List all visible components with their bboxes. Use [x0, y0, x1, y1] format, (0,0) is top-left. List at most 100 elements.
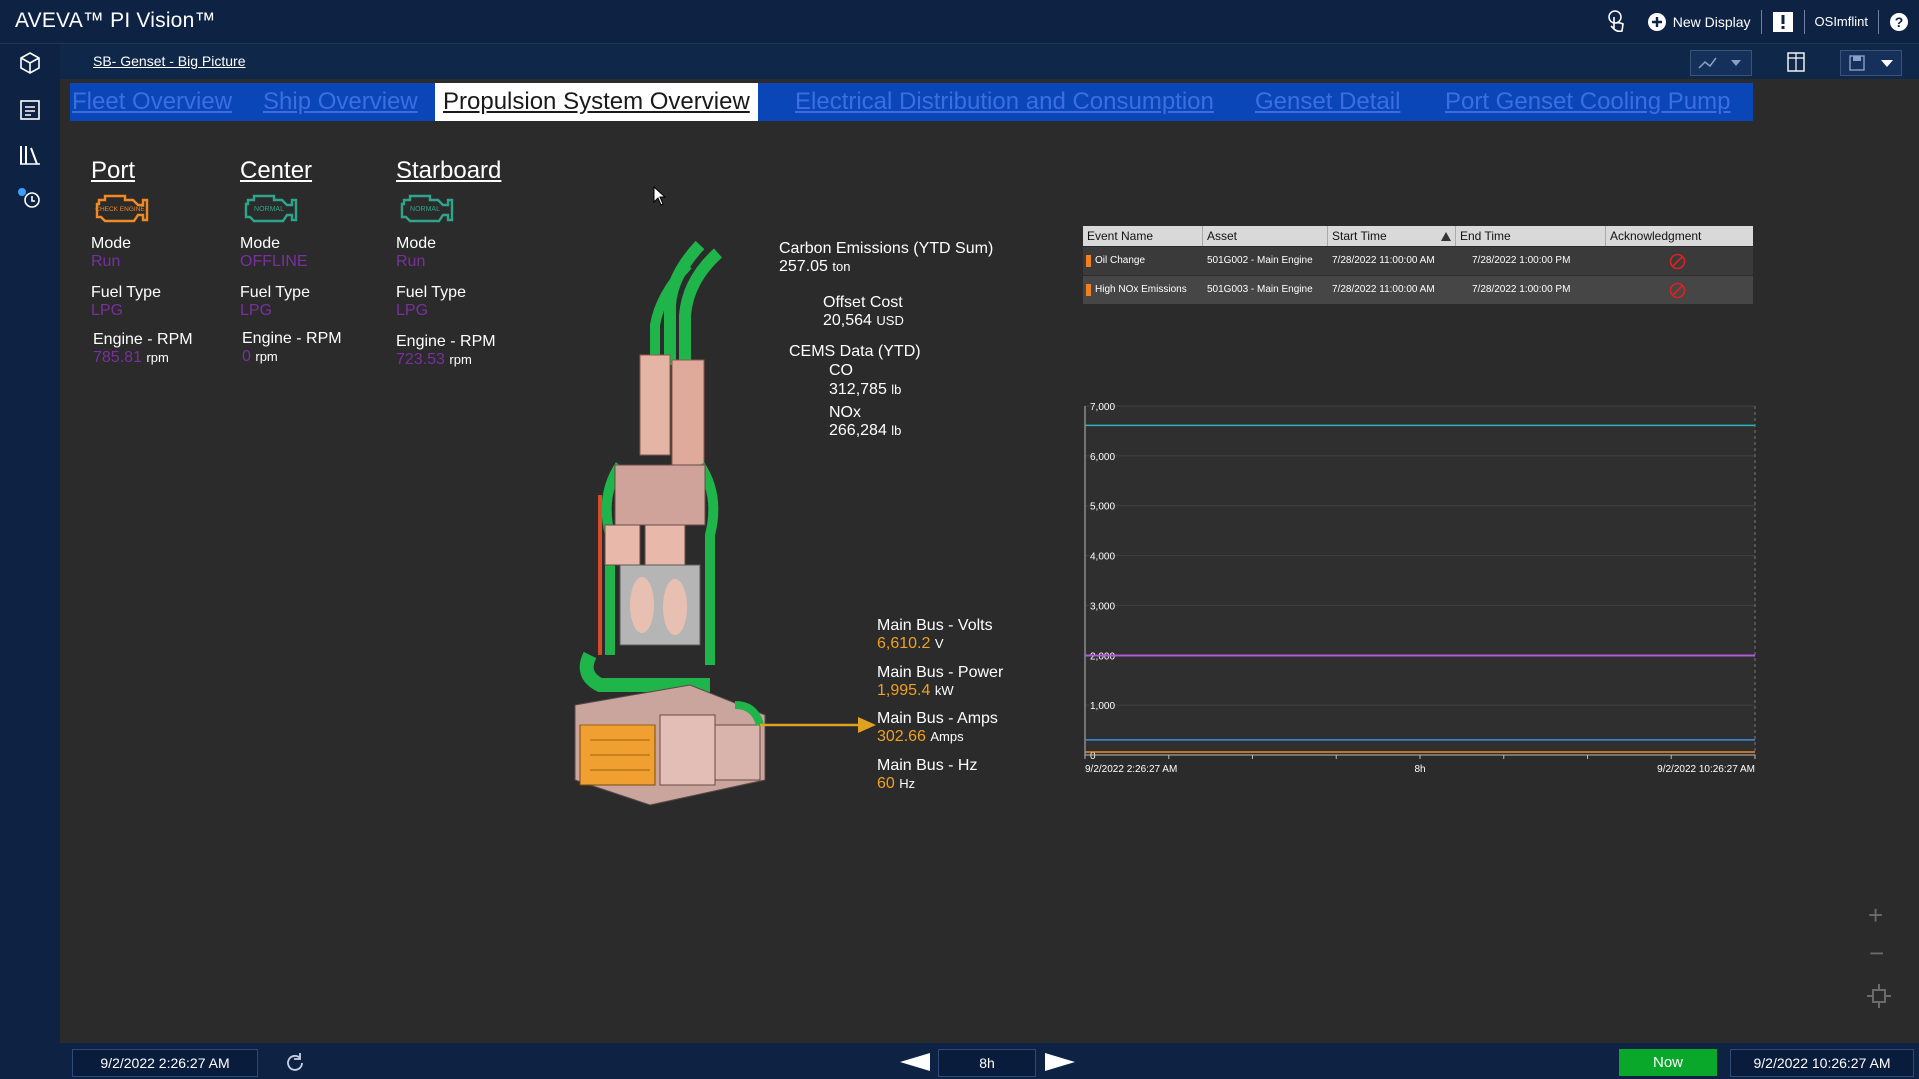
touch-icon[interactable] — [1595, 0, 1637, 43]
engine-title[interactable]: Port — [91, 157, 135, 185]
engine-badge: NORMAL — [410, 206, 440, 213]
amps-unit: Amps — [930, 729, 964, 744]
zoom-out-icon[interactable]: − — [1869, 938, 1884, 969]
offset-unit: USD — [876, 313, 904, 328]
hz-unit: Hz — [899, 776, 916, 791]
display-list-icon[interactable] — [17, 97, 43, 123]
start-time-input[interactable]: 9/2/2022 2:26:27 AM — [72, 1049, 258, 1077]
zoom-in-icon[interactable]: + — [1868, 900, 1883, 931]
y-tick-label: 5,000 — [1090, 502, 1115, 513]
col-start-time[interactable]: Start Time — [1328, 226, 1456, 246]
y-tick-label: 4,000 — [1090, 552, 1115, 563]
trend-chart[interactable]: 7,0006,0005,0004,0003,0002,0001,00009/2/… — [1083, 398, 1763, 778]
carbon-unit: ton — [832, 259, 851, 274]
y-tick-label: 1,000 — [1090, 701, 1115, 712]
trend-options-button[interactable] — [1690, 50, 1752, 76]
library-icon[interactable] — [17, 142, 43, 168]
now-button[interactable]: Now — [1619, 1049, 1717, 1076]
main-bus-power-value: 1,995.4 kW — [877, 682, 954, 700]
rpm-number: 723.53 — [396, 351, 445, 368]
time-bar: 9/2/2022 2:26:27 AM 8h Now 9/2/2022 10:2… — [60, 1043, 1919, 1079]
main-bus-volts-label: Main Bus - Volts — [877, 617, 993, 634]
breadcrumb[interactable]: SB- Genset - Big Picture — [93, 53, 246, 69]
sort-ascending-icon[interactable] — [1441, 232, 1451, 241]
end-time-cell: 7/28/2022 1:00:00 PM — [1472, 284, 1571, 295]
nox-unit: lb — [891, 423, 902, 438]
main-bus-amps-value: 302.66 Amps — [877, 728, 964, 746]
mode-label: Mode — [240, 235, 281, 252]
event-name-cell: High NOx Emissions — [1095, 284, 1187, 295]
rpm-number: 785.81 — [93, 349, 142, 366]
engine-title[interactable]: Center — [240, 157, 312, 185]
normal-engine-icon: NORMAL — [244, 194, 298, 223]
co-label: CO — [829, 362, 853, 379]
main-bus-hz-label: Main Bus - Hz — [877, 757, 978, 774]
alert-icon — [1772, 11, 1793, 32]
hz-number: 60 — [877, 775, 895, 792]
carbon-emissions-label: Carbon Emissions (YTD Sum) — [779, 240, 994, 257]
cursor-icon — [653, 186, 667, 206]
tab-electrical-distribution[interactable]: Electrical Distribution and Consumption — [795, 83, 1214, 121]
engine-title[interactable]: Starboard — [396, 157, 501, 185]
mode-label: Mode — [396, 235, 437, 252]
col-asset[interactable]: Asset — [1203, 226, 1328, 246]
nox-number: 266,284 — [829, 422, 887, 439]
cube-icon[interactable] — [17, 50, 43, 76]
col-end-time[interactable]: End Time — [1456, 226, 1606, 246]
save-button[interactable] — [1840, 50, 1902, 76]
genset-illustration[interactable] — [560, 235, 780, 815]
event-table-header: Event Name Asset Start Time End Time Ack… — [1083, 226, 1753, 246]
col-acknowledgment[interactable]: Acknowledgment — [1606, 226, 1753, 246]
engine-badge: CHECK ENGINE — [95, 206, 145, 213]
tab-genset-detail[interactable]: Genset Detail — [1255, 83, 1400, 121]
rpm-value: 723.53 rpm — [396, 351, 472, 369]
carbon-number: 257.05 — [779, 258, 828, 275]
forward-arrow-icon[interactable] — [1043, 1051, 1077, 1073]
tab-ship-overview[interactable]: Ship Overview — [263, 83, 418, 121]
x-tick-label: 9/2/2022 2:26:27 AM — [1085, 764, 1177, 775]
alert-button[interactable] — [1762, 0, 1804, 43]
user-menu[interactable]: OSImflint — [1805, 0, 1878, 43]
tab-fleet-overview[interactable]: Fleet Overview — [72, 83, 232, 121]
fuel-type-value: LPG — [240, 302, 273, 319]
table-row[interactable]: Oil Change 501G002 - Main Engine 7/28/20… — [1083, 247, 1753, 275]
mode-label: Mode — [91, 235, 132, 252]
app-title: AVEVA™ PI Vision™ — [15, 9, 216, 32]
table-row[interactable]: High NOx Emissions 501G003 - Main Engine… — [1083, 276, 1753, 304]
end-time-cell: 7/28/2022 1:00:00 PM — [1472, 255, 1571, 266]
rpm-value: 785.81 rpm — [93, 349, 169, 367]
new-display-label: New Display — [1672, 13, 1751, 30]
refresh-icon[interactable] — [285, 1052, 305, 1072]
duration-input[interactable]: 8h — [938, 1049, 1036, 1077]
main-bus-power-label: Main Bus - Power — [877, 664, 1004, 681]
end-time-input[interactable]: 9/2/2022 10:26:27 AM — [1730, 1049, 1914, 1077]
acknowledge-icon[interactable] — [1669, 282, 1686, 299]
fuel-type-value: LPG — [396, 302, 429, 319]
engine-badge: NORMAL — [254, 206, 284, 213]
rpm-unit: rpm — [146, 350, 169, 365]
asset-cell: 501G003 - Main Engine — [1207, 284, 1313, 295]
back-arrow-icon[interactable] — [898, 1051, 932, 1073]
event-name-cell: Oil Change — [1095, 255, 1146, 266]
mode-value: Run — [91, 253, 121, 270]
arrow-icon — [760, 717, 876, 733]
columns-icon[interactable] — [1782, 50, 1810, 74]
co-number: 312,785 — [829, 381, 887, 398]
col-event-name[interactable]: Event Name — [1083, 226, 1203, 246]
help-icon: ? — [1890, 12, 1908, 31]
fit-to-screen-icon[interactable] — [1866, 983, 1892, 1009]
acknowledge-icon[interactable] — [1669, 253, 1686, 270]
normal-engine-icon: NORMAL — [400, 194, 454, 223]
tab-port-genset-cooling-pump[interactable]: Port Genset Cooling Pump — [1445, 83, 1730, 121]
offset-number: 20,564 — [823, 312, 872, 329]
new-display-button[interactable]: New Display — [1637, 0, 1761, 43]
check-engine-icon: CHECK ENGINE — [95, 194, 149, 223]
tab-propulsion-system-overview[interactable]: Propulsion System Overview — [435, 83, 758, 121]
left-nav — [0, 44, 60, 1079]
rpm-label: Engine - RPM — [242, 330, 342, 347]
nox-label: NOx — [829, 404, 861, 421]
cems-data-label: CEMS Data (YTD) — [789, 343, 921, 360]
help-button[interactable]: ? — [1879, 0, 1919, 43]
event-timer-icon[interactable] — [17, 184, 43, 210]
rpm-number: 0 — [242, 348, 251, 365]
